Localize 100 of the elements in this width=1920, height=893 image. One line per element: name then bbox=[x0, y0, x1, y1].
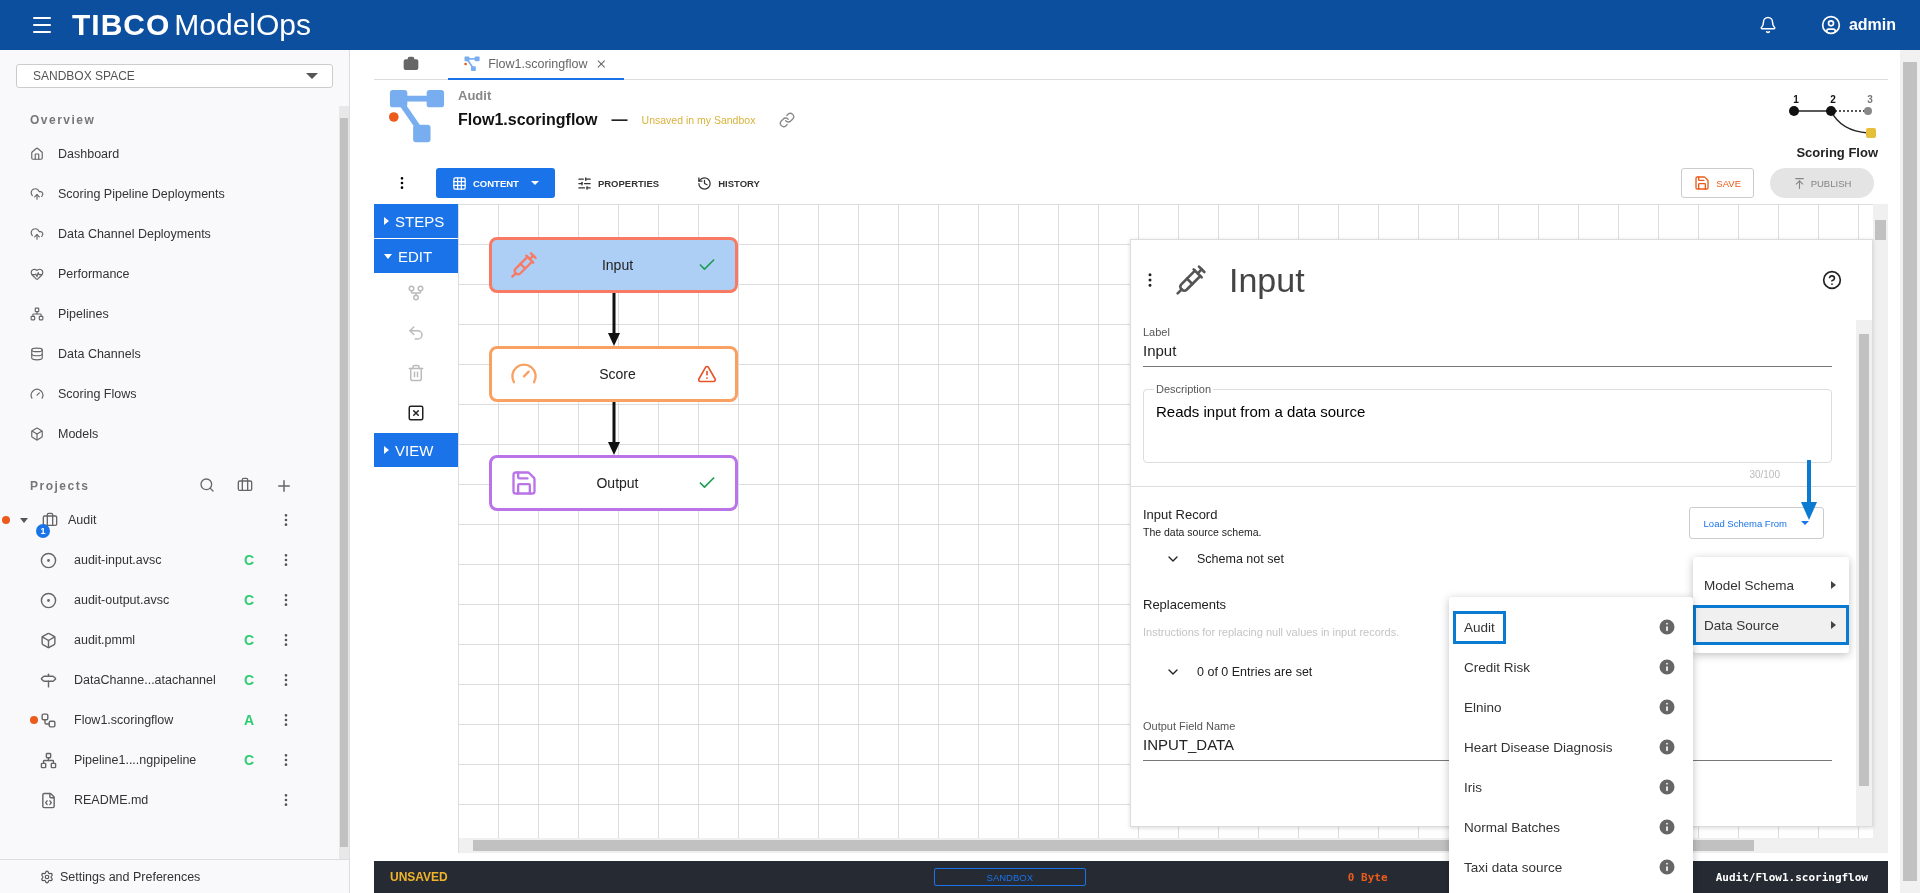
view-tab[interactable]: CONTENT bbox=[436, 168, 555, 198]
view-tab[interactable]: HISTORY bbox=[681, 168, 776, 198]
user-menu[interactable]: admin bbox=[1820, 15, 1896, 35]
step-number: 1 bbox=[1792, 94, 1800, 105]
nav-item[interactable]: Pipelines bbox=[0, 294, 331, 334]
separator-dash: — bbox=[611, 111, 628, 129]
step-number: 3 bbox=[1866, 94, 1874, 105]
flow-node[interactable]: Output bbox=[489, 455, 738, 511]
home-icon bbox=[30, 147, 44, 161]
field-label: Label bbox=[1143, 326, 1171, 338]
field-label: Description bbox=[1155, 383, 1213, 395]
flow-node[interactable]: Score bbox=[489, 346, 738, 402]
settings-icon bbox=[40, 869, 54, 884]
field-label: Output Field Name bbox=[1143, 720, 1237, 732]
load-schema-button[interactable]: Load Schema From bbox=[1688, 507, 1824, 539]
file-item[interactable]: audit.pmml C bbox=[0, 620, 331, 660]
network-icon bbox=[30, 307, 44, 321]
info-icon[interactable] bbox=[1657, 777, 1677, 797]
menu-item[interactable]: Taxi data source bbox=[1449, 847, 1693, 887]
add-icon[interactable] bbox=[275, 477, 293, 495]
circle-icon bbox=[40, 591, 57, 609]
cube-icon bbox=[30, 427, 44, 441]
file-item[interactable]: audit-output.avsc C bbox=[0, 580, 331, 620]
status-letter: C bbox=[244, 632, 255, 648]
info-icon[interactable] bbox=[1657, 697, 1677, 717]
menu-item[interactable]: Elnino bbox=[1449, 687, 1693, 727]
panel-section-button[interactable]: VIEW bbox=[374, 433, 458, 467]
status-letter: C bbox=[244, 672, 255, 688]
info-icon[interactable] bbox=[1657, 817, 1677, 837]
nav-item[interactable]: Data Channels bbox=[0, 334, 331, 374]
nav-item[interactable]: Scoring Pipeline Deployments bbox=[0, 174, 331, 214]
project-name: Audit bbox=[458, 88, 493, 103]
menu-item[interactable]: Data Source bbox=[1693, 605, 1849, 645]
settings-link[interactable]: Settings and Preferences bbox=[0, 859, 349, 893]
circle-icon bbox=[40, 551, 57, 569]
history-icon bbox=[697, 175, 713, 191]
gauge-icon bbox=[30, 387, 44, 401]
nav-item[interactable]: Dashboard bbox=[0, 134, 331, 174]
scrollbar[interactable] bbox=[339, 106, 349, 859]
editor-tab[interactable]: Flow1.scoringflow bbox=[448, 50, 624, 80]
upload-icon bbox=[1792, 176, 1806, 190]
menu-item[interactable]: Normal Batches bbox=[1449, 807, 1693, 847]
close-icon[interactable] bbox=[595, 57, 608, 71]
connector-arrow bbox=[607, 293, 620, 346]
file-item[interactable]: Flow1.scoringflow A bbox=[0, 700, 331, 740]
file-item[interactable]: audit-input.avsc C bbox=[0, 540, 331, 580]
scrollbar[interactable] bbox=[1856, 320, 1872, 826]
project-item[interactable]: 1 Audit bbox=[0, 500, 331, 540]
caret-down-icon[interactable] bbox=[20, 517, 28, 523]
scrollbar[interactable] bbox=[1900, 50, 1920, 893]
nav-item[interactable]: Models bbox=[0, 414, 331, 454]
space-select[interactable]: SANDBOX SPACE bbox=[16, 64, 333, 88]
menu-item[interactable]: Model Schema bbox=[1693, 565, 1849, 605]
database-icon bbox=[30, 347, 44, 361]
menu-item[interactable]: Credit Risk bbox=[1449, 647, 1693, 687]
step-number: 2 bbox=[1829, 94, 1837, 105]
info-icon[interactable] bbox=[1657, 617, 1677, 637]
info-icon[interactable] bbox=[1657, 737, 1677, 757]
briefcase-icon bbox=[42, 512, 58, 528]
nav-item[interactable]: Data Channel Deployments bbox=[0, 214, 331, 254]
flow-type-label: Scoring Flow bbox=[1796, 145, 1878, 160]
section-subtitle: Instructions for replacing null values in input records. bbox=[1143, 626, 1400, 638]
menu-item[interactable]: Audit bbox=[1449, 607, 1693, 647]
help-icon[interactable] bbox=[1822, 270, 1842, 290]
info-icon[interactable] bbox=[1657, 657, 1677, 677]
section-title: Replacements bbox=[1143, 597, 1228, 612]
link-icon[interactable] bbox=[779, 112, 796, 128]
file-item[interactable]: Pipeline1....ngpipeline C bbox=[0, 740, 331, 780]
nav-item[interactable]: Performance bbox=[0, 254, 331, 294]
file-item[interactable]: README.md bbox=[0, 780, 331, 820]
info-icon[interactable] bbox=[1657, 857, 1677, 877]
sliders-icon bbox=[576, 175, 592, 191]
nav-item[interactable]: Scoring Flows bbox=[0, 374, 331, 414]
artifact-name: Flow1.scoringflow bbox=[458, 111, 598, 129]
cloud-upload-icon bbox=[30, 227, 44, 241]
bell-icon[interactable] bbox=[1758, 16, 1777, 34]
syringe-icon bbox=[510, 251, 538, 279]
save-state: Unsaved in my Sandbox bbox=[641, 114, 756, 126]
menu-item[interactable]: Iris bbox=[1449, 767, 1693, 807]
search-icon[interactable] bbox=[199, 477, 215, 493]
scrollbar[interactable] bbox=[1873, 204, 1888, 838]
pointer-arrow-icon bbox=[1801, 460, 1817, 520]
flow-node[interactable]: Input bbox=[489, 237, 738, 293]
grid-icon bbox=[452, 175, 467, 191]
cube-icon bbox=[40, 631, 57, 649]
menu-item[interactable]: Heart Disease Diagnosis bbox=[1449, 727, 1693, 767]
brand-logo: TIBCO bbox=[72, 8, 171, 42]
section-heading: Overview bbox=[30, 113, 96, 127]
save-button[interactable]: SAVE bbox=[1681, 168, 1754, 198]
status-letter: A bbox=[244, 712, 255, 728]
panel-section-button[interactable]: STEPS bbox=[374, 204, 458, 238]
markdown-icon bbox=[40, 791, 57, 809]
description-field[interactable]: Description Reads input from a data source bbox=[1143, 383, 1832, 463]
section-heading: Projects bbox=[30, 479, 90, 493]
character-counter: 30/100 bbox=[1749, 469, 1780, 480]
status-letter: C bbox=[244, 552, 255, 568]
view-tab[interactable]: PROPERTIES bbox=[560, 168, 676, 198]
file-item[interactable]: DataChanne...atachannel C bbox=[0, 660, 331, 700]
briefcase-icon[interactable] bbox=[237, 477, 253, 493]
panel-section-button[interactable]: EDIT bbox=[374, 239, 458, 273]
